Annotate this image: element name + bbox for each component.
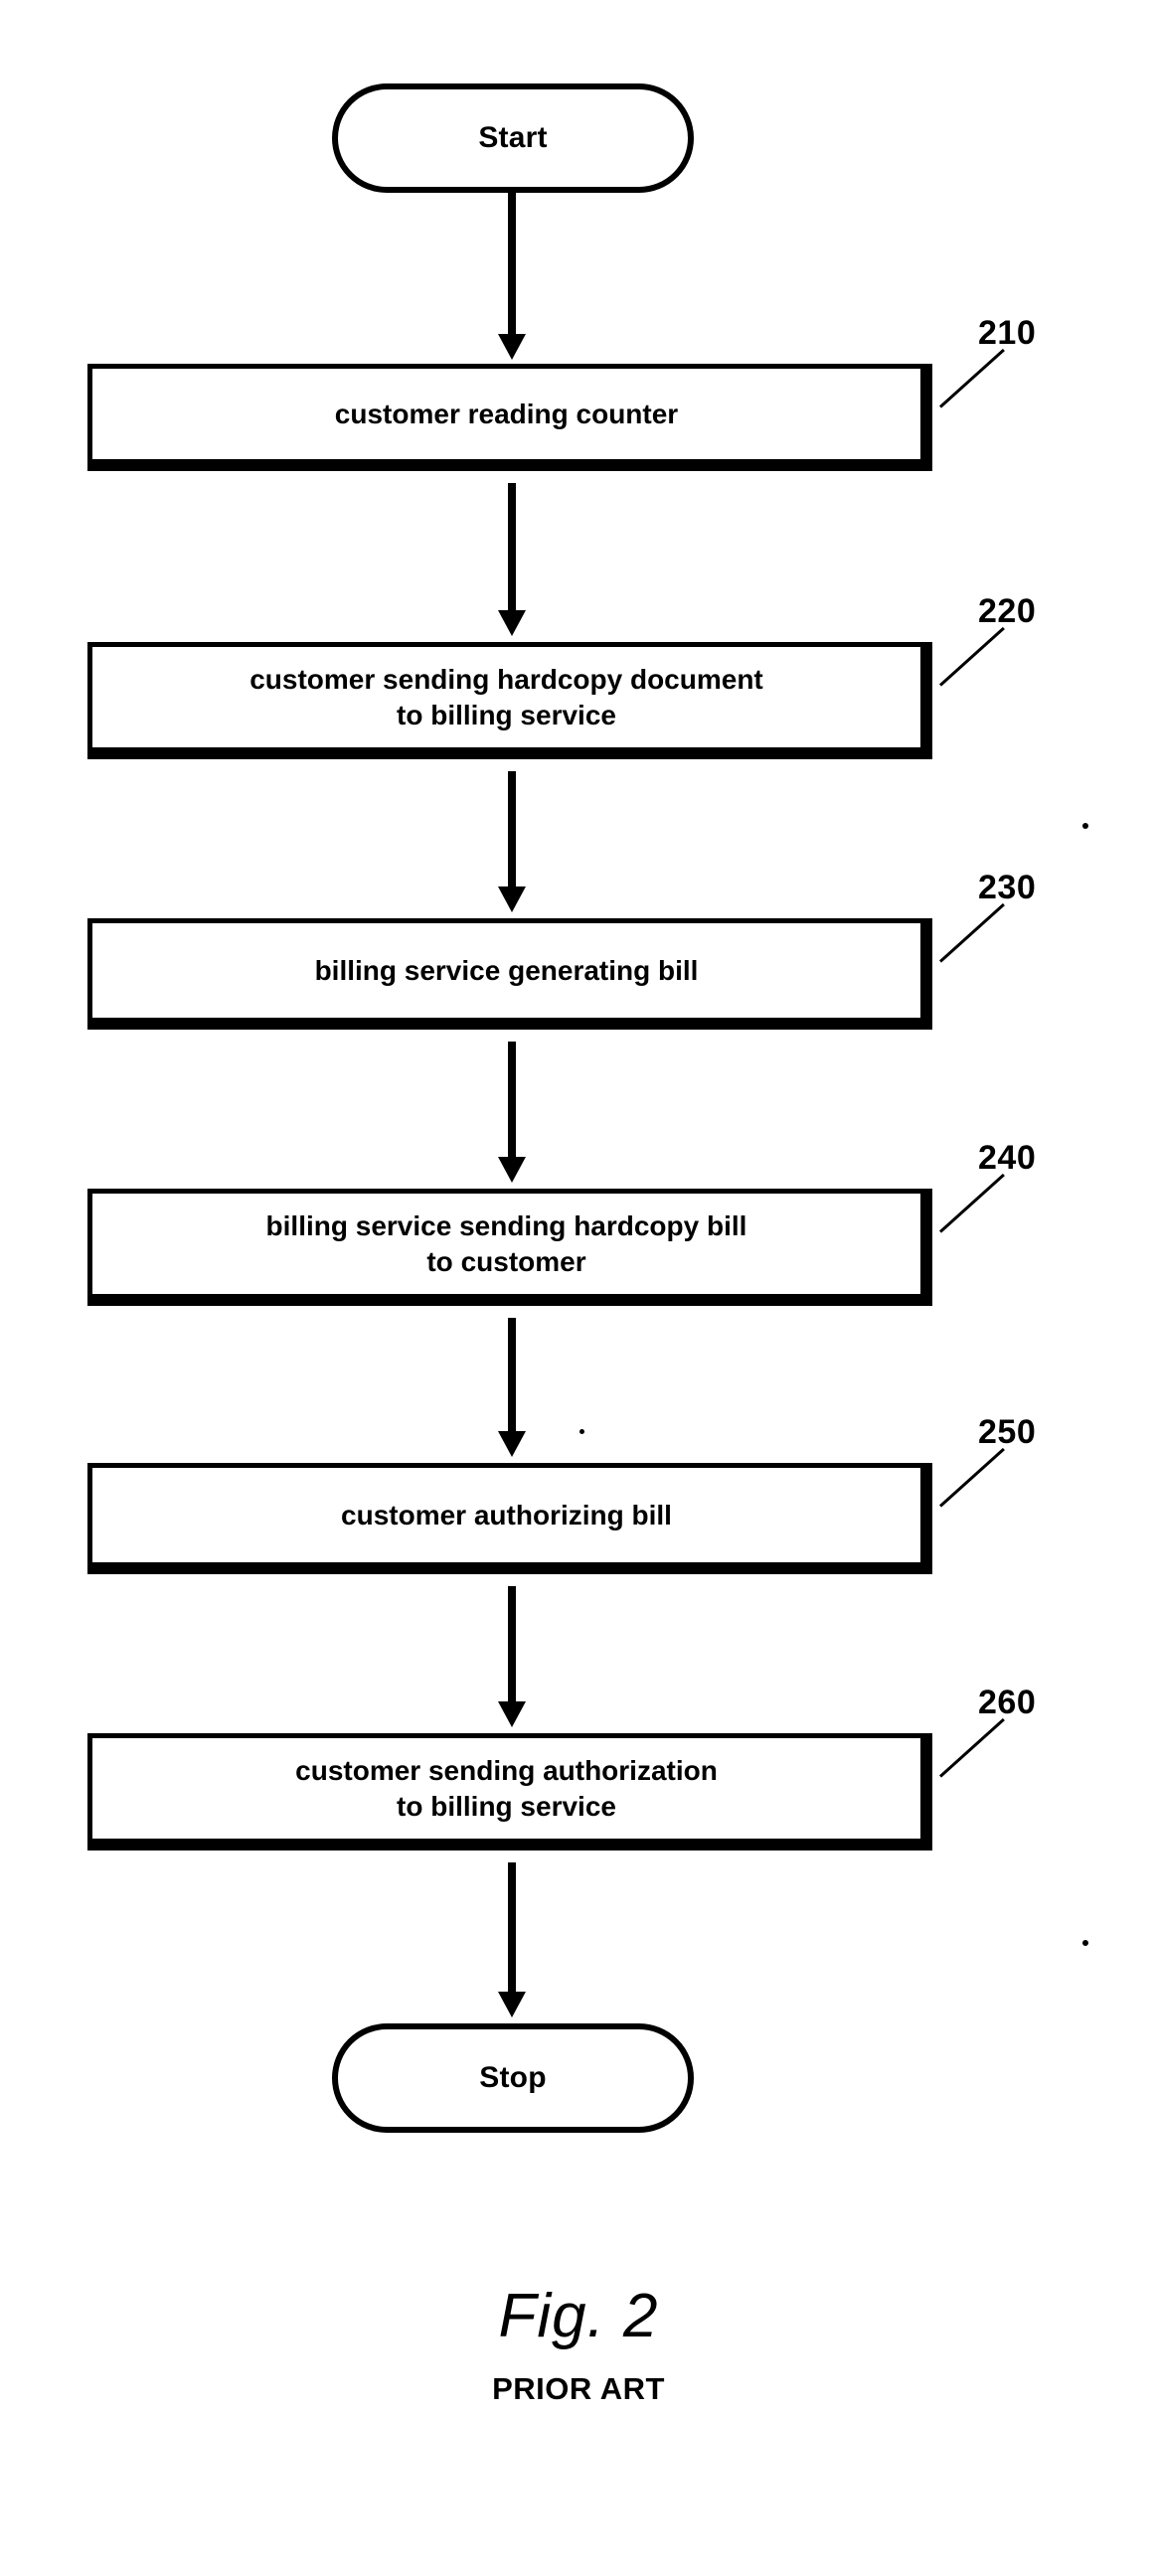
leader-line-240 [938, 1173, 1005, 1233]
figure-title: Fig. 2 [498, 2282, 659, 2350]
reference-numeral-250: 250 [978, 1413, 1037, 1451]
node-label-220: customer sending hardcopy document to bi… [249, 663, 763, 730]
leader-line-250 [938, 1447, 1005, 1508]
arrowhead-down-icon [498, 886, 526, 912]
flowchart-node-240: billing service sending hardcopy bill to… [87, 1189, 932, 1306]
flowchart-node-start: Start [332, 83, 694, 193]
leader-line-210 [938, 348, 1005, 408]
leader-line-260 [938, 1717, 1005, 1778]
reference-numeral-220: 220 [978, 592, 1037, 630]
connector-260-to-stop [508, 1862, 516, 1998]
figure-caption: Fig. 2 PRIOR ART [0, 2282, 1157, 2406]
flowchart-node-250: customer authorizing bill [87, 1463, 932, 1574]
connector-210-to-220 [508, 483, 516, 616]
node-label-stop: Stop [479, 2061, 547, 2094]
connector-start-to-210 [508, 193, 516, 342]
flowchart-node-260: customer sending authorization to billin… [87, 1733, 932, 1851]
node-label-start: Start [478, 121, 548, 154]
leader-line-220 [938, 626, 1005, 687]
scan-speck [579, 1429, 584, 1434]
arrowhead-down-icon [498, 1431, 526, 1457]
figure-subtitle: PRIOR ART [492, 2371, 665, 2406]
figure-canvas: Start customer reading counter 210 custo… [0, 0, 1157, 2576]
arrowhead-down-icon [498, 610, 526, 636]
reference-numeral-210: 210 [978, 314, 1037, 352]
connector-230-to-240 [508, 1042, 516, 1165]
reference-numeral-230: 230 [978, 869, 1037, 906]
connector-250-to-260 [508, 1586, 516, 1707]
node-label-210: customer reading counter [334, 398, 679, 429]
node-label-230: billing service generating bill [314, 954, 699, 986]
arrowhead-down-icon [498, 1992, 526, 2017]
scan-speck [1082, 1940, 1088, 1946]
connector-240-to-250 [508, 1318, 516, 1437]
connector-220-to-230 [508, 771, 516, 894]
arrowhead-down-icon [498, 1701, 526, 1727]
node-label-260: customer sending authorization to billin… [295, 1754, 718, 1822]
flowchart-node-stop: Stop [332, 2023, 694, 2133]
leader-line-230 [938, 902, 1005, 963]
node-label-240: billing service sending hardcopy bill to… [265, 1209, 747, 1277]
flowchart-node-220: customer sending hardcopy document to bi… [87, 642, 932, 759]
flowchart-node-210: customer reading counter [87, 364, 932, 471]
scan-speck [1082, 823, 1088, 829]
reference-numeral-260: 260 [978, 1684, 1037, 1721]
reference-numeral-240: 240 [978, 1139, 1037, 1177]
arrowhead-down-icon [498, 334, 526, 360]
flowchart-node-230: billing service generating bill [87, 918, 932, 1030]
node-label-250: customer authorizing bill [341, 1499, 672, 1530]
arrowhead-down-icon [498, 1157, 526, 1183]
